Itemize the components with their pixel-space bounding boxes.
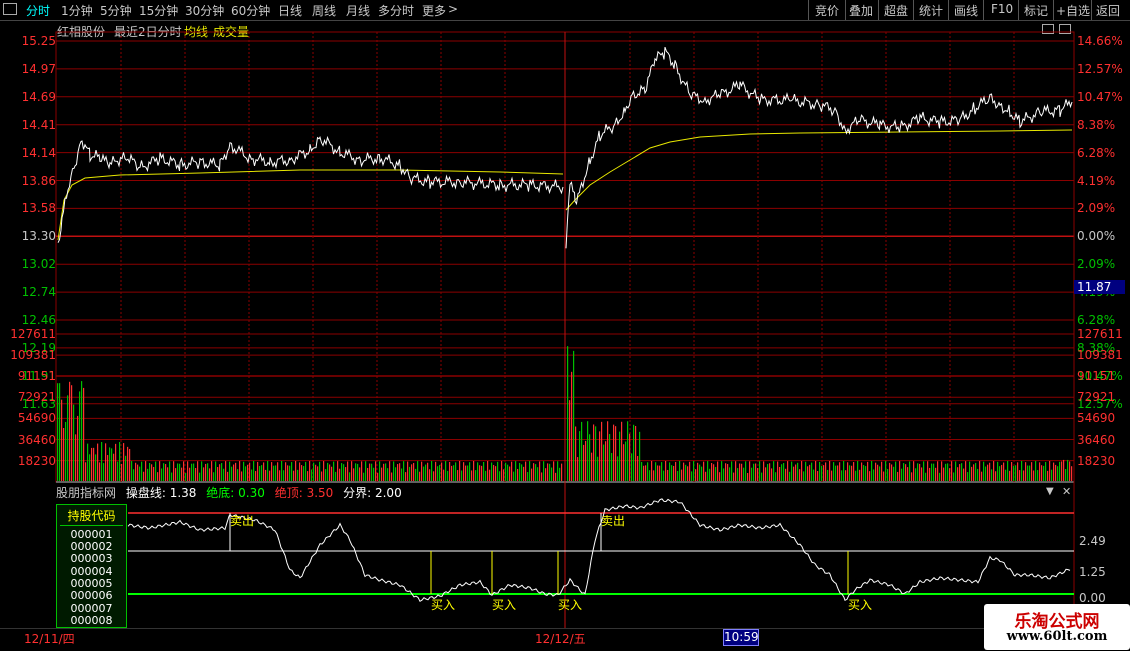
volume-tick: 72921: [17, 390, 56, 405]
pct-tick-right: 6.28%: [1077, 145, 1116, 160]
intraday-chart: 卖出 卖出买入 买入 买入 买入 2.49 1.25 0.00: [55, 31, 1106, 628]
indicator-tick: 2.49: [1079, 534, 1106, 548]
sell-marker: 卖出: [601, 514, 625, 528]
holding-code[interactable]: 000003: [57, 552, 126, 565]
holding-code[interactable]: 000006: [57, 589, 126, 602]
buy-marker: 买入: [848, 598, 872, 612]
indicator-tick: 1.25: [1079, 565, 1106, 579]
volume-tick: 18230: [17, 453, 56, 468]
sell-marker: 卖出: [230, 514, 254, 528]
divide-label: 分界:: [343, 486, 372, 500]
buy-marker: 买入: [431, 598, 455, 612]
volume-tick: 91151: [17, 369, 56, 384]
price-tick-left: 14.97: [21, 61, 56, 76]
pct-tick-right: 14.66%: [1077, 34, 1123, 48]
volume-tick: 127611: [10, 327, 56, 341]
pct-tick-right: 8.38%: [1077, 117, 1116, 132]
pct-tick-right: 2.09%: [1077, 201, 1116, 216]
volume-tick: 36460: [1077, 432, 1116, 447]
watermark-url: www.60lt.com: [1006, 629, 1108, 644]
time-axis: 12/11/四 12/12/五 10:59: [0, 628, 1130, 651]
date-day2: 12/12/五: [535, 632, 586, 646]
price-tick-left: 12.74: [21, 285, 56, 300]
volume-tick: 109381: [1077, 348, 1123, 363]
price-tick-left: 13.02: [21, 257, 56, 272]
pct-tick-right: 12.57%: [1077, 61, 1123, 76]
indicator-header: 股朋指标网 操盘线: 1.38 绝底: 0.30 绝顶: 3.50 分界: 2.…: [56, 484, 402, 500]
holding-code[interactable]: 000008: [57, 614, 126, 627]
price-tick-left: 13.58: [21, 201, 56, 216]
top-value: 3.50: [306, 486, 334, 500]
watermark-logo: 乐淘公式网 www.60lt.com: [984, 604, 1130, 650]
price-tick-left: 14.41: [21, 117, 56, 132]
pct-tick-right: 2.09%: [1077, 257, 1116, 272]
buy-marker: 买入: [558, 598, 582, 612]
indicator-name: 股朋指标网: [56, 486, 117, 500]
price-tick-left: 14.69: [21, 89, 56, 104]
price-tick-left: 15.25: [21, 34, 56, 48]
volume-tick: 18230: [1077, 453, 1116, 468]
volume-tick: 127611: [1077, 327, 1123, 341]
volume-tick: 54690: [1077, 411, 1116, 426]
dropdown-icon[interactable]: ▼: [1046, 486, 1054, 497]
indicator-tick: 0.00: [1079, 591, 1106, 605]
top-label: 绝顶:: [274, 486, 303, 500]
bottom-label: 绝底:: [206, 486, 235, 500]
volume-tick: 72921: [1077, 390, 1116, 405]
divide-value: 2.00: [374, 486, 402, 500]
price-tick-left: 12.46: [21, 313, 56, 327]
holdings-panel: 持股代码 000001 000002 000003 000004 000005 …: [56, 504, 127, 628]
volume-tick: 36460: [17, 432, 56, 447]
cpx-value: 1.38: [169, 486, 197, 500]
price-tick-left: 13.86: [21, 173, 56, 188]
pct-tick-right: 10.47%: [1077, 89, 1123, 104]
volume-tick: 109381: [10, 348, 56, 363]
price-tick-left: 14.14: [21, 145, 56, 160]
pct-tick-right: 4.19%: [1077, 173, 1116, 188]
close-icon[interactable]: ✕: [1062, 485, 1071, 498]
indicator-line: [127, 498, 1071, 603]
date-day1: 12/11/四: [24, 632, 75, 646]
cursor-time: 10:59: [723, 629, 759, 646]
buy-marker: 买入: [492, 598, 516, 612]
cpx-label: 操盘线:: [125, 486, 166, 500]
holdings-title: 持股代码: [67, 509, 116, 523]
bottom-value: 0.30: [238, 486, 265, 500]
volume-tick: 54690: [17, 411, 56, 426]
pct-tick-right: 0.00%: [1077, 229, 1116, 244]
price-tick-left: 13.30: [21, 229, 56, 244]
pct-tick-right: 6.28%: [1077, 313, 1116, 327]
volume-tick: 91151: [1077, 369, 1116, 384]
current-price-tag: 11.87: [1074, 280, 1125, 294]
